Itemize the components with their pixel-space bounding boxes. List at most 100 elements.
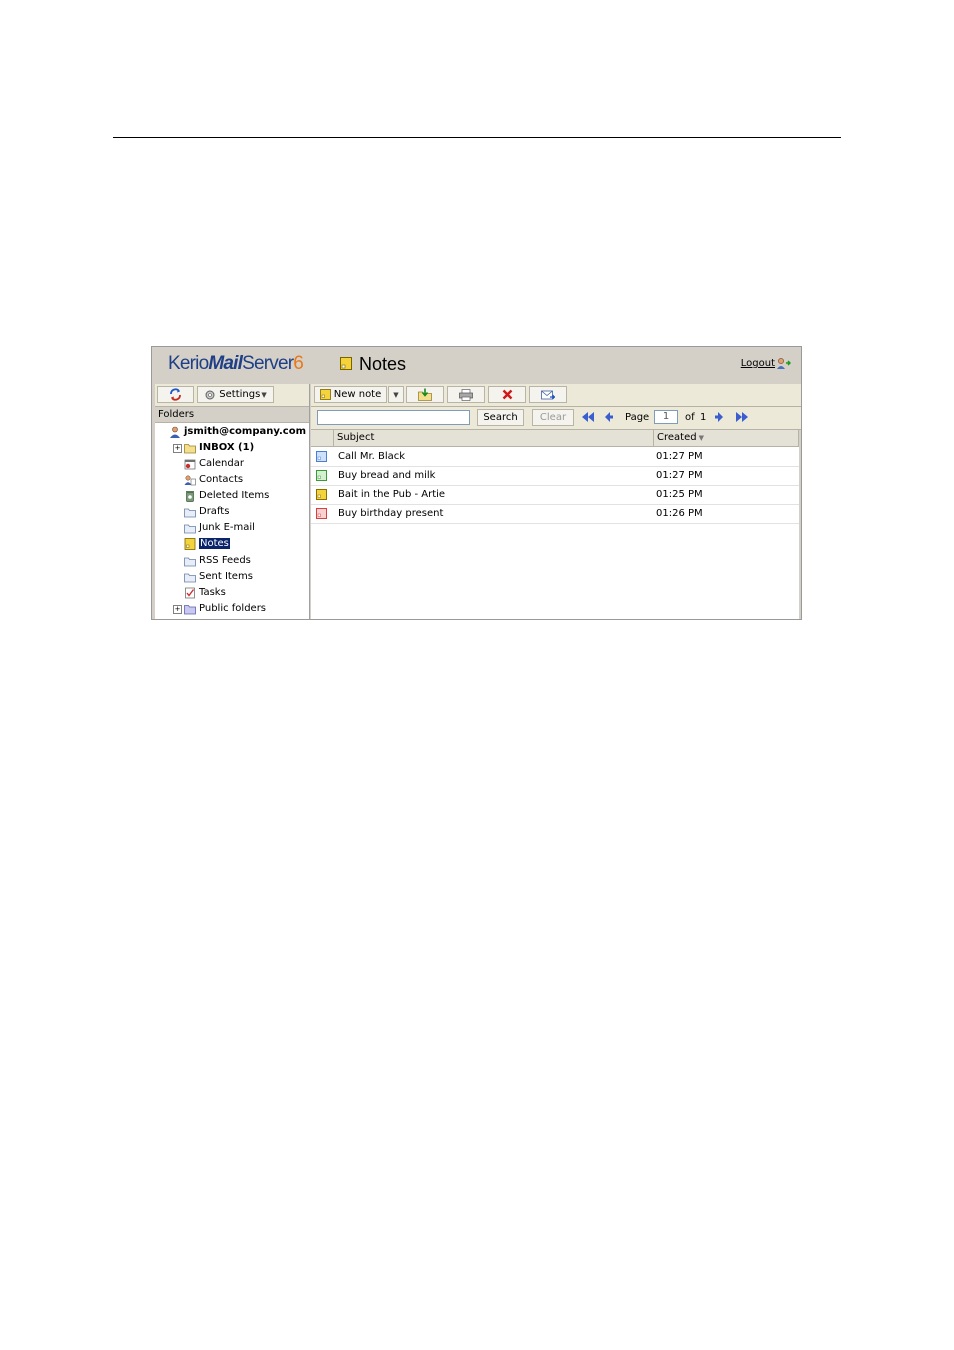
page-title: Notes bbox=[359, 354, 407, 374]
folder-label: Contacts bbox=[199, 474, 244, 485]
sort-descending-icon: ▼ bbox=[698, 434, 704, 442]
next-page-icon[interactable] bbox=[714, 411, 724, 423]
table-row[interactable]: Buy bread and milk 01:27 PM bbox=[311, 466, 801, 486]
logout-link[interactable]: Logout bbox=[741, 358, 775, 369]
folder-sent-items[interactable]: Sent Items bbox=[184, 569, 253, 584]
folder-notes[interactable]: Notes bbox=[184, 536, 230, 551]
folder-drafts[interactable]: Drafts bbox=[184, 504, 229, 519]
calendar-icon bbox=[184, 459, 196, 469]
note-created: 01:25 PM bbox=[656, 489, 703, 500]
folder-calendar[interactable]: Calendar bbox=[184, 456, 244, 471]
folders-header: Folders bbox=[155, 407, 309, 423]
refresh-button[interactable] bbox=[157, 386, 194, 403]
tasks-icon bbox=[185, 587, 195, 598]
search-pager-bar: Search Clear Page 1 of 1 bbox=[311, 407, 801, 430]
page-rule bbox=[113, 137, 841, 138]
folder-label: Public folders bbox=[199, 603, 267, 614]
printer-icon bbox=[459, 388, 473, 401]
note-created: 01:27 PM bbox=[656, 470, 703, 481]
expand-inbox-toggle[interactable]: + bbox=[173, 444, 182, 453]
new-note-button[interactable]: New note bbox=[314, 386, 387, 403]
folder-label: Drafts bbox=[199, 506, 230, 517]
logout-icon[interactable] bbox=[776, 357, 791, 370]
previous-page-icon[interactable] bbox=[604, 411, 614, 423]
folder-contacts[interactable]: Contacts bbox=[184, 472, 243, 487]
folder-rss-feeds[interactable]: RSS Feeds bbox=[184, 553, 251, 568]
created-column-header[interactable]: Created ▼ bbox=[654, 430, 799, 446]
last-page-icon[interactable] bbox=[735, 411, 749, 423]
folder-label: INBOX (1) bbox=[199, 442, 255, 453]
note-subject: Call Mr. Black bbox=[338, 451, 406, 462]
folder-deleted-items[interactable]: Deleted Items bbox=[184, 488, 269, 503]
envelope-icon bbox=[541, 390, 555, 399]
account-label: jsmith@company.com bbox=[184, 426, 306, 437]
settings-label: Settings bbox=[219, 389, 261, 400]
folder-tasks[interactable]: Tasks bbox=[184, 585, 226, 600]
of-label: of bbox=[685, 412, 695, 423]
chevron-down-icon: ▼ bbox=[261, 390, 267, 399]
chevron-down-icon: ▼ bbox=[393, 390, 399, 399]
folder-inbox[interactable]: INBOX (1) bbox=[184, 440, 254, 455]
public-folder-icon bbox=[184, 604, 196, 614]
notes-pane: New note ▼ Search Clear Page 1 of 1 Subj… bbox=[311, 384, 801, 619]
note-subject: Buy birthday present bbox=[338, 508, 444, 519]
send-note-button[interactable] bbox=[529, 386, 567, 403]
delete-icon bbox=[502, 389, 512, 400]
table-row[interactable]: Call Mr. Black 01:27 PM bbox=[311, 447, 801, 467]
folder-icon bbox=[184, 443, 196, 453]
folder-public-folders[interactable]: Public folders bbox=[184, 601, 266, 616]
drafts-folder-icon bbox=[184, 508, 196, 517]
page-number-input[interactable]: 1 bbox=[654, 410, 678, 424]
folder-pane: Settings ▼ Folders jsmith@company.com + … bbox=[155, 384, 310, 619]
grid-right-edge bbox=[799, 430, 801, 619]
note-created: 01:27 PM bbox=[656, 451, 703, 462]
note-red-icon bbox=[316, 508, 327, 519]
note-subject: Buy bread and milk bbox=[338, 470, 436, 481]
table-row[interactable]: Buy birthday present 01:26 PM bbox=[311, 504, 801, 524]
subject-column-label: Subject bbox=[337, 432, 375, 443]
subject-column-header[interactable]: Subject bbox=[334, 430, 654, 446]
search-button[interactable]: Search bbox=[477, 409, 524, 426]
folder-label: RSS Feeds bbox=[199, 555, 251, 566]
note-created: 01:26 PM bbox=[656, 508, 703, 519]
search-label: Search bbox=[483, 412, 518, 423]
folder-label: Deleted Items bbox=[199, 490, 270, 501]
expand-public-folders-toggle[interactable]: + bbox=[173, 605, 182, 614]
page-label: Page bbox=[625, 412, 650, 423]
delete-button[interactable] bbox=[488, 386, 526, 403]
sent-folder-icon bbox=[184, 573, 196, 582]
gear-icon bbox=[205, 390, 215, 399]
settings-button[interactable]: Settings ▼ bbox=[197, 386, 274, 403]
app-header: KerioMailServer6 Notes Logout bbox=[152, 347, 801, 383]
note-yellow-icon bbox=[316, 489, 327, 500]
note-subject: Bait in the Pub - Artie bbox=[338, 489, 446, 500]
folder-label: Junk E-mail bbox=[199, 522, 255, 533]
clear-button[interactable]: Clear bbox=[532, 409, 574, 426]
trash-icon bbox=[186, 490, 194, 502]
note-blue-icon bbox=[316, 451, 327, 462]
folder-toolbar: Settings ▼ bbox=[155, 384, 309, 407]
kerio-logo: KerioMailServer6 bbox=[168, 353, 304, 374]
mail-client-window: KerioMailServer6 Notes Logout Settings ▼… bbox=[151, 346, 802, 620]
folder-junk-email[interactable]: Junk E-mail bbox=[184, 520, 255, 535]
move-note-button[interactable] bbox=[406, 386, 444, 403]
search-input[interactable] bbox=[317, 410, 470, 425]
table-row[interactable]: Bait in the Pub - Artie 01:25 PM bbox=[311, 485, 801, 505]
total-pages: 1 bbox=[700, 412, 707, 423]
notes-grid-header: Subject Created ▼ bbox=[311, 430, 801, 447]
user-icon bbox=[170, 426, 180, 438]
contacts-icon bbox=[184, 475, 196, 485]
clear-label: Clear bbox=[539, 412, 567, 423]
account-node[interactable]: jsmith@company.com bbox=[169, 424, 306, 439]
folder-label-selected: Notes bbox=[199, 538, 230, 549]
note-green-icon bbox=[316, 470, 327, 481]
note-icon bbox=[184, 537, 196, 550]
new-note-dropdown[interactable]: ▼ bbox=[388, 386, 404, 403]
print-button[interactable] bbox=[447, 386, 485, 403]
move-to-folder-icon bbox=[418, 388, 432, 401]
first-page-icon[interactable] bbox=[581, 411, 595, 423]
note-icon bbox=[340, 357, 352, 370]
created-column-label: Created bbox=[657, 432, 697, 443]
folder-label: Sent Items bbox=[199, 571, 253, 582]
icon-column-header[interactable] bbox=[311, 430, 334, 446]
